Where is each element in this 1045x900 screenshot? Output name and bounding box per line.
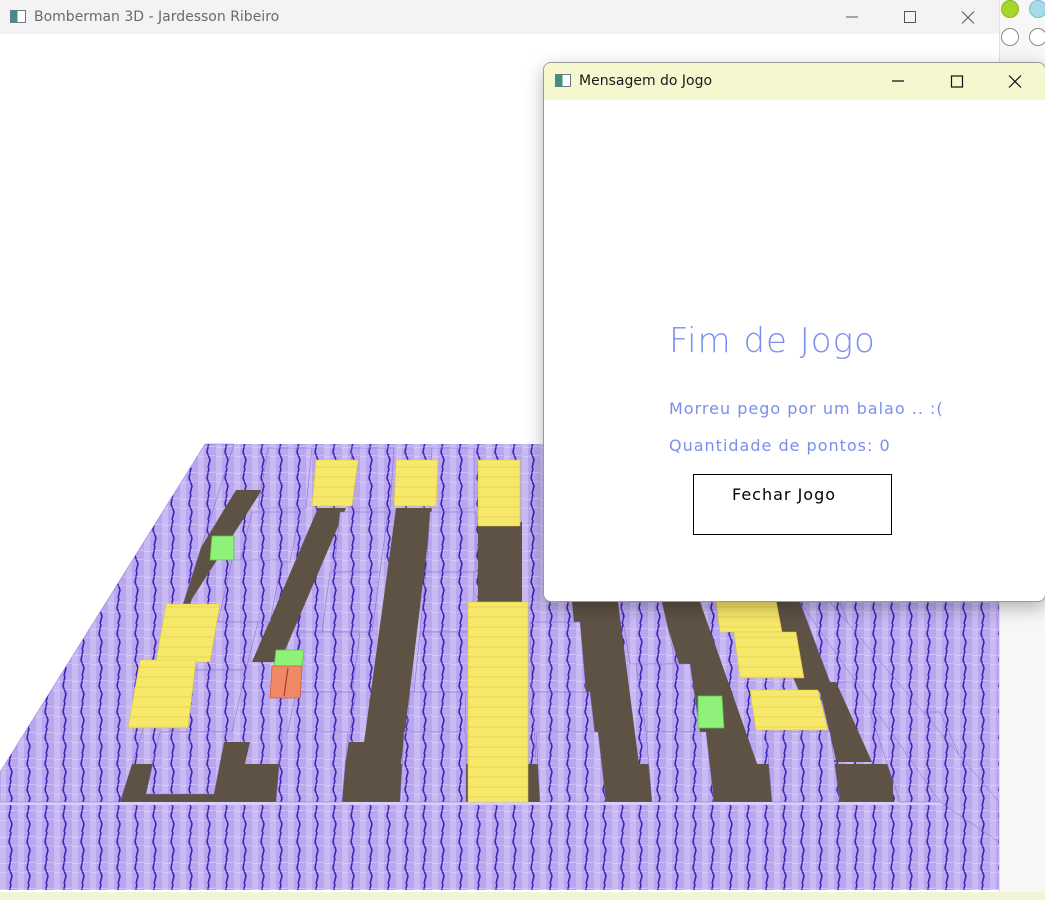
- maximize-button[interactable]: [881, 0, 939, 34]
- close-button[interactable]: [939, 0, 997, 34]
- dialog-titlebar: Mensagem do Jogo: [544, 63, 1045, 100]
- close-icon: [1008, 75, 1022, 88]
- bottom-bar: [0, 892, 1045, 900]
- app-window-icon: [10, 10, 26, 23]
- window-title: Bomberman 3D - Jardesson Ribeiro: [34, 9, 280, 25]
- minimize-icon: [846, 16, 858, 18]
- front-wall: [0, 802, 999, 890]
- dialog-minimize-button[interactable]: [869, 63, 927, 100]
- dialog-close-button[interactable]: [986, 63, 1044, 100]
- empty-circle-icon: [1029, 28, 1045, 46]
- score-text: Quantidade de pontos: 0: [669, 436, 891, 455]
- game-over-heading: Fim de Jogo: [669, 321, 876, 361]
- dialog-title: Mensagem do Jogo: [579, 73, 713, 89]
- close-icon: [961, 11, 975, 24]
- game-message-dialog: Mensagem do Jogo Fim de Jogo Morreu pego…: [543, 62, 1045, 602]
- close-game-button[interactable]: Fechar Jogo: [693, 474, 892, 535]
- blue-circle-icon: [1029, 0, 1045, 18]
- balloon-enemy: [209, 535, 235, 561]
- green-circle-icon: [1001, 0, 1019, 18]
- minimize-icon: [892, 80, 904, 82]
- balloon-enemy: [273, 649, 305, 669]
- main-titlebar: Bomberman 3D - Jardesson Ribeiro: [0, 0, 999, 34]
- dialog-maximize-button[interactable]: [928, 63, 986, 100]
- empty-circle-icon: [1001, 28, 1019, 46]
- app-window-icon: [555, 74, 571, 87]
- maximize-icon: [904, 11, 916, 23]
- death-message: Morreu pego por um balao .. :(: [669, 399, 944, 418]
- maximize-icon: [950, 75, 964, 88]
- player-character: [269, 665, 303, 699]
- balloon-enemy: [697, 695, 725, 729]
- close-game-button-label: Fechar Jogo: [732, 485, 837, 504]
- minimize-button[interactable]: [823, 0, 881, 34]
